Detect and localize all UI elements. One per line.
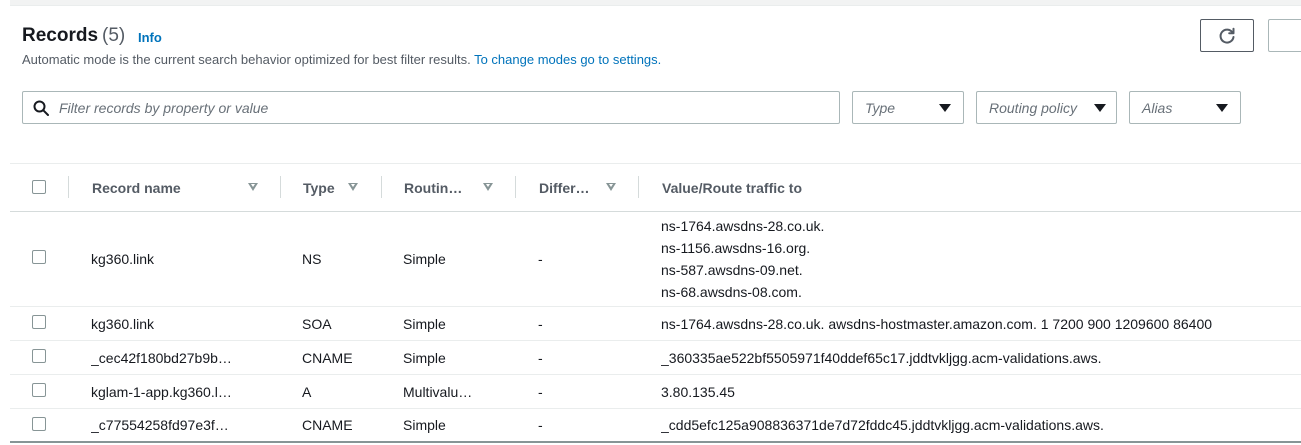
records-count: (5) [102, 25, 126, 46]
record-differentiator: - [538, 251, 543, 267]
col-routing[interactable]: Routin… [404, 164, 462, 211]
table-row[interactable]: kg360.link SOA Simple - ns-1764.awsdns-2… [10, 307, 1301, 341]
settings-link[interactable]: To change modes go to settings. [474, 52, 661, 67]
table-header: Record name Type Routin… Differ… Value/R… [10, 164, 1301, 212]
record-routing: Simple [403, 315, 446, 332]
record-routing: Simple [403, 251, 446, 267]
record-differentiator: - [538, 417, 543, 433]
record-value-line: ns-1764.awsdns-28.co.uk. [661, 218, 825, 234]
sort-icon[interactable] [248, 183, 258, 191]
record-value: ns-1764.awsdns-28.co.uk. ns-1156.awsdns-… [661, 212, 1301, 306]
col-differentiator[interactable]: Differ… [539, 164, 590, 211]
row-checkbox[interactable] [32, 349, 46, 363]
refresh-icon [1219, 27, 1235, 44]
record-differentiator: - [538, 349, 543, 366]
table-bottom-border [10, 441, 1301, 443]
col-type[interactable]: Type [303, 164, 335, 211]
col-routing-label: Routin… [404, 179, 463, 196]
column-separator [515, 176, 516, 198]
record-value-line: ns-587.awsdns-09.net. [661, 262, 803, 278]
sort-icon[interactable] [348, 183, 358, 191]
record-routing: Simple [403, 417, 446, 433]
column-separator [381, 176, 382, 198]
top-divider [10, 0, 1301, 6]
type-filter-select[interactable]: Type [852, 91, 964, 124]
sort-icon[interactable] [606, 183, 616, 191]
column-separator [280, 176, 281, 198]
column-separator [638, 176, 639, 198]
row-checkbox[interactable] [32, 250, 46, 264]
record-differentiator: - [538, 383, 543, 400]
alias-filter-select[interactable]: Alias [1129, 91, 1241, 124]
info-link[interactable]: Info [138, 30, 162, 45]
row-checkbox[interactable] [32, 315, 46, 329]
col-value[interactable]: Value/Route traffic to [662, 164, 802, 211]
caret-down-icon [1094, 103, 1106, 112]
col-record-name-label: Record name [92, 179, 181, 196]
caret-down-icon [1216, 103, 1228, 112]
col-type-label: Type [303, 179, 335, 196]
search-input[interactable] [59, 99, 839, 116]
table-row[interactable]: _cec42f180bd27b9b… CNAME Simple - _36033… [10, 341, 1301, 375]
column-separator [68, 176, 69, 198]
table-row[interactable]: _c77554258fd97e3f… CNAME Simple - _cdd5e… [10, 409, 1301, 441]
record-name: kg360.link [91, 251, 155, 267]
row-checkbox[interactable] [32, 383, 46, 397]
routing-filter-label: Routing policy [989, 99, 1077, 116]
record-routing: Multivalu… [403, 383, 473, 400]
row-checkbox[interactable] [32, 417, 46, 431]
search-mode-description: Automatic mode is the current search beh… [22, 52, 661, 67]
caret-down-icon [939, 103, 951, 112]
routing-filter-select[interactable]: Routing policy [976, 91, 1117, 124]
col-record-name[interactable]: Record name [92, 164, 181, 211]
record-value-line: ns-1156.awsdns-16.org. [661, 240, 811, 256]
col-differentiator-label: Differ… [539, 179, 590, 196]
record-type: NS [302, 251, 322, 267]
record-name: kglam-1-app.kg360.l… [91, 383, 232, 400]
table-row[interactable]: kg360.link NS Simple - ns-1764.awsdns-28… [10, 212, 1301, 307]
record-type: CNAME [302, 417, 353, 433]
record-type: SOA [302, 315, 332, 332]
record-name: _c77554258fd97e3f… [91, 417, 229, 433]
col-value-label: Value/Route traffic to [662, 179, 803, 196]
record-value: _360335ae522bf5505971f40ddef65c17.jddtvk… [661, 349, 1102, 366]
record-differentiator: - [538, 315, 543, 332]
sort-icon[interactable] [483, 183, 493, 191]
record-type: A [302, 383, 312, 400]
refresh-button[interactable] [1200, 19, 1254, 52]
record-name: kg360.link [91, 315, 155, 332]
records-title: Records [22, 25, 99, 46]
record-value-line: ns-68.awsdns-08.com. [661, 284, 802, 300]
type-filter-label: Type [865, 99, 896, 116]
select-all-checkbox[interactable] [32, 180, 46, 194]
record-routing: Simple [403, 349, 446, 366]
record-value: ns-1764.awsdns-28.co.uk. awsdns-hostmast… [661, 315, 1213, 332]
search-box[interactable] [22, 91, 840, 124]
record-value: 3.80.135.45 [661, 383, 735, 400]
records-heading: Records (5) [22, 25, 125, 47]
description-text: Automatic mode is the current search beh… [22, 52, 471, 67]
search-icon [33, 100, 49, 116]
alias-filter-label: Alias [1142, 99, 1173, 116]
table-row[interactable]: kglam-1-app.kg360.l… A Multivalu… - 3.80… [10, 375, 1301, 409]
record-type: CNAME [302, 349, 353, 366]
more-actions-button[interactable] [1268, 19, 1301, 52]
record-value: _cdd5efc125a908836371de7d72fddc45.jddtvk… [661, 417, 1104, 433]
record-name: _cec42f180bd27b9b… [91, 349, 232, 366]
